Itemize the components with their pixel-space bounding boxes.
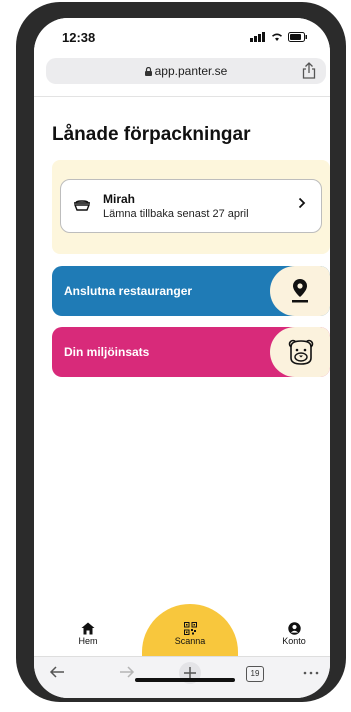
bottom-navigation: Hem Scanna Konto — [34, 604, 330, 664]
home-indicator — [135, 678, 235, 682]
share-icon[interactable] — [302, 62, 316, 79]
more-options-icon[interactable] — [302, 663, 320, 681]
connected-restaurants-button[interactable]: Anslutna restauranger — [52, 266, 330, 316]
user-icon — [287, 622, 301, 635]
status-time: 12:38 — [62, 30, 96, 45]
back-arrow-icon[interactable] — [48, 663, 66, 681]
nav-scan-label: Scanna — [174, 636, 206, 646]
environmental-impact-label: Din miljöinsats — [64, 345, 150, 359]
url-display: app.panter.se — [46, 64, 326, 78]
battery-icon — [288, 32, 307, 42]
header-divider — [34, 96, 330, 97]
address-bar[interactable]: app.panter.se — [46, 58, 326, 84]
page-title: Lånade förpackningar — [52, 124, 251, 145]
tab-count-icon[interactable]: 19 — [246, 666, 264, 682]
nav-home[interactable]: Hem — [58, 622, 118, 646]
home-icon — [81, 622, 95, 635]
loan-panel: Mirah Lämna tillbaka senast 27 april — [52, 160, 330, 254]
environmental-impact-button[interactable]: Din miljöinsats — [52, 327, 330, 377]
loan-return-date: Lämna tillbaka senast 27 april — [103, 208, 249, 220]
connected-restaurants-label: Anslutna restauranger — [64, 284, 193, 298]
loan-card[interactable]: Mirah Lämna tillbaka senast 27 april — [60, 179, 322, 233]
lock-icon — [144, 67, 152, 77]
map-pin-icon — [292, 279, 308, 303]
chevron-right-icon — [298, 197, 306, 209]
nav-scan[interactable]: Scanna — [160, 622, 220, 646]
qr-code-icon — [183, 622, 197, 635]
bear-face-icon — [288, 339, 314, 365]
food-box-icon — [73, 200, 91, 211]
status-bar: 12:38 — [34, 18, 330, 58]
nav-home-label: Hem — [78, 636, 98, 646]
restaurants-icon-bubble — [270, 266, 330, 316]
loan-item-name: Mirah — [103, 192, 136, 206]
wifi-icon — [271, 33, 283, 41]
nav-account[interactable]: Konto — [264, 622, 324, 646]
url-text: app.panter.se — [154, 64, 228, 78]
signal-icon — [250, 32, 265, 42]
browser-toolbar: 19 — [34, 656, 330, 698]
phone-screen: 12:38 app.panter.se Lånade förpackningar… — [34, 18, 330, 698]
forward-arrow-icon[interactable] — [118, 663, 136, 681]
status-icons — [250, 32, 308, 42]
nav-account-label: Konto — [282, 636, 306, 646]
environment-icon-bubble — [270, 327, 330, 377]
